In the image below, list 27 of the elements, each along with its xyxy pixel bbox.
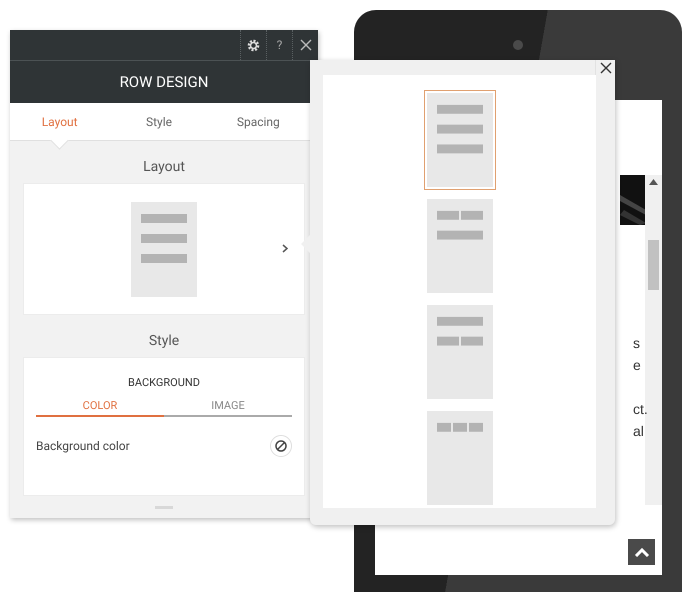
layout-option[interactable] (424, 90, 496, 190)
layout-card[interactable] (23, 183, 305, 315)
tab[interactable]: Style (109, 103, 209, 140)
group-heading: BACKGROUND (127, 375, 201, 391)
text-fragment: al (633, 422, 645, 441)
help-button[interactable]: ? (266, 30, 292, 60)
scrollbar[interactable] (645, 175, 662, 505)
tab[interactable]: IMAGE (164, 399, 292, 417)
no-color-icon (275, 440, 287, 452)
chevron-up-icon (634, 547, 650, 557)
section-heading: Layout (142, 158, 186, 177)
tab[interactable]: COLOR (36, 399, 164, 417)
close-icon (300, 39, 312, 51)
scroll-thumb[interactable] (648, 240, 659, 290)
text-fragment: ct. (633, 400, 648, 419)
section-heading: Style (148, 332, 180, 351)
back-to-top-button[interactable] (628, 539, 655, 565)
settings-icon (247, 38, 260, 52)
chevron-right-icon (282, 244, 288, 253)
text-fragment: s (633, 334, 641, 353)
tab[interactable]: Spacing (208, 103, 308, 140)
close-icon (600, 62, 612, 74)
field-label: Background color (36, 439, 130, 453)
tab[interactable]: Layout (10, 103, 110, 140)
no-color-button[interactable] (270, 435, 292, 457)
text-fragment: e (633, 356, 642, 375)
scroll-up-icon[interactable] (649, 179, 658, 185)
